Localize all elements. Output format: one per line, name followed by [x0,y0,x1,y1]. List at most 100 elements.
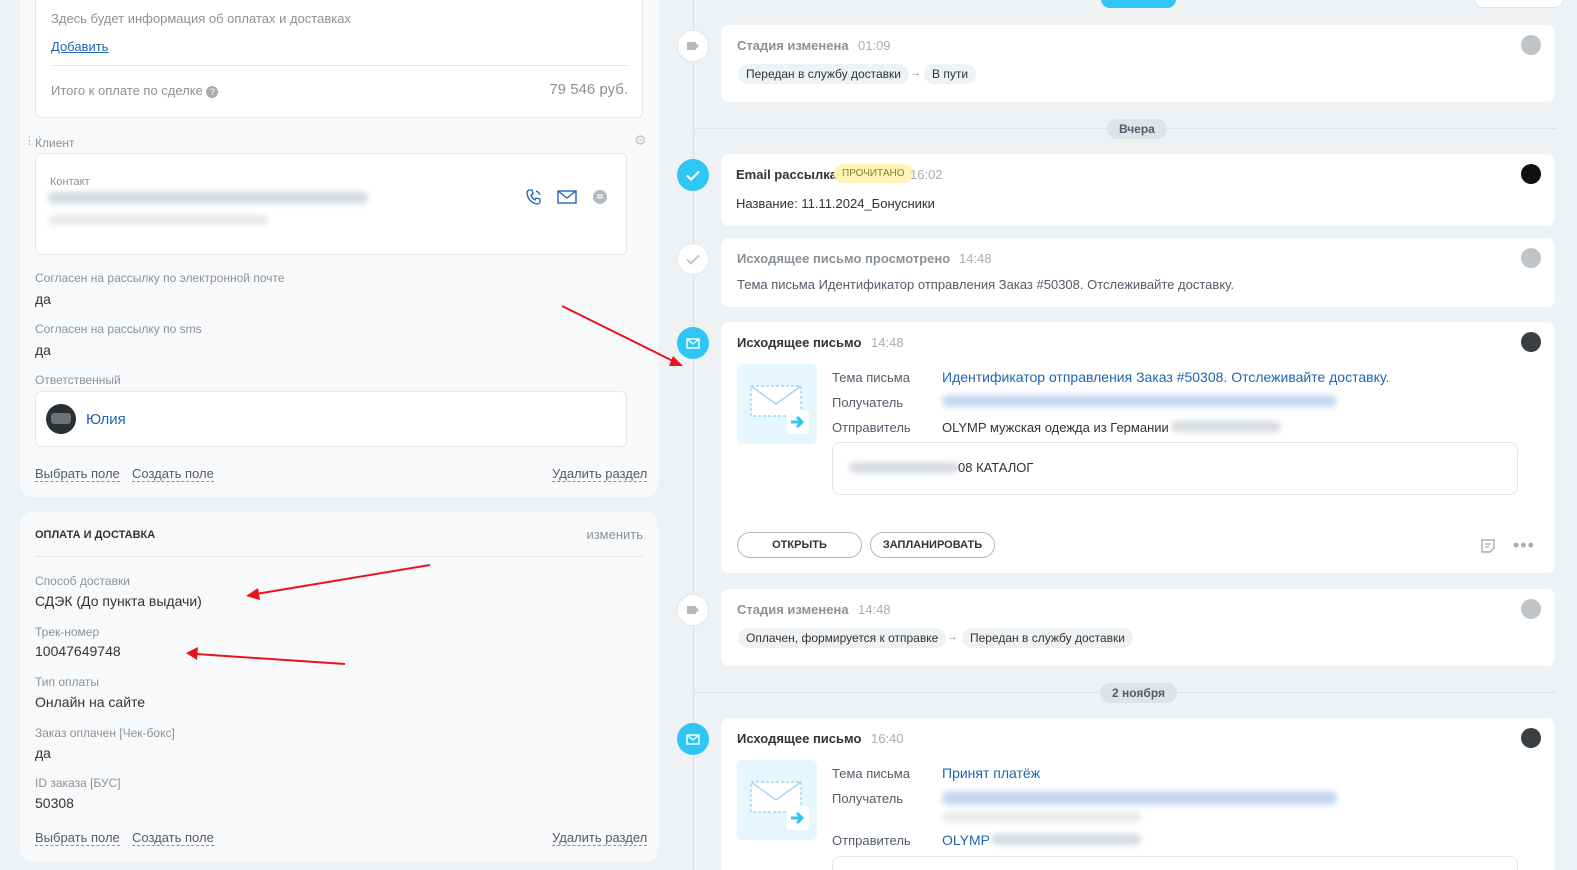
status-badge: ПРОЧИТАНО [834,164,913,183]
sender-value: OLYMP мужская одежда из Германии [942,420,1169,435]
item-title: Email рассылка [736,167,838,182]
mail-icon [677,327,709,359]
contact-name-blurred[interactable] [48,192,368,204]
payments-box: Здесь будет информация об оплатах и дост… [35,0,643,118]
item-time: 01:09 [858,38,891,53]
help-icon[interactable]: ? [206,85,219,98]
stage-chip: Передан в службу доставки [738,64,910,84]
field-label: Тип оплаты [35,675,100,689]
phone-icon[interactable] [525,188,543,211]
delete-section-link[interactable]: Удалить раздел [552,466,648,482]
sender-email-blurred [1171,421,1281,432]
contact-label: Контакт [50,176,90,188]
check-icon [677,159,709,191]
edit-section-link[interactable]: изменить [586,527,643,542]
arrow-right-icon: → [947,631,958,643]
timeline-item-stage-change: Стадия изменена 01:09 Передан в службу д… [721,25,1555,102]
field-value: 10047649748 [35,643,121,659]
filter-button[interactable] [1474,0,1564,8]
note-icon[interactable] [1480,538,1496,559]
avatar [1521,599,1541,619]
field-label: Согласен на рассылку по электронной почт… [35,271,285,285]
field-label: ID заказа [БУС] [35,776,121,790]
avatar [1521,35,1541,55]
field-value: да [35,342,51,358]
delete-section-link[interactable]: Удалить раздел [552,830,648,846]
check-icon [677,243,709,275]
timeline-item-stage-change: Стадия изменена 14:48 Оплачен, формирует… [721,589,1555,666]
avatar [1521,164,1541,184]
settings-gear-icon[interactable]: ⚙ [634,132,647,149]
field-value: да [35,745,51,761]
item-time: 16:02 [910,167,943,182]
field-value: Онлайн на сайте [35,694,146,710]
item-time: 14:48 [959,251,992,266]
more-icon[interactable]: ••• [1513,535,1535,556]
recipient-blurred[interactable] [942,791,1337,805]
payment-delivery-card: ОПЛАТА И ДОСТАВКА изменить Способ достав… [20,512,658,862]
body-blurred-text [849,462,959,473]
date-pill: Вчера [1107,119,1167,139]
subject-label: Тема письма [832,766,910,781]
recipient-label: Получатель [832,791,904,806]
item-title: Стадия изменена [737,602,849,617]
recipient-blurred[interactable] [942,395,1337,407]
responsible-name-link[interactable]: Юлия [86,411,126,428]
field-value: СДЭК (До пункта выдачи) [35,593,202,609]
field-label: Согласен на рассылку по sms [35,322,202,336]
stage-chip: В пути [924,64,977,84]
create-field-link[interactable]: Создать поле [132,466,214,482]
arrow-right-icon: → [910,67,921,79]
item-time: 16:40 [871,731,904,746]
sender-label: Отправитель [832,833,911,848]
contact-email-blurred [48,215,268,225]
avatar [1521,332,1541,352]
sender-label: Отправитель [832,420,911,435]
left-panel: Здесь будет информация об оплатах и дост… [20,0,658,870]
field-value: 50308 [35,795,74,811]
client-section-label: Клиент [35,136,75,150]
avatar [1521,248,1541,268]
avatar [1521,728,1541,748]
date-pill-today [1101,0,1176,8]
payments-divider [51,65,629,66]
stage-icon [677,30,709,62]
add-payment-link[interactable]: Добавить [51,39,108,54]
timeline-item-email-viewed: Исходящее письмо просмотрено 14:48 Тема … [721,238,1555,307]
email-body-preview[interactable] [832,856,1518,870]
chat-icon[interactable] [592,189,608,210]
item-title: Исходящее письмо просмотрено [737,251,951,266]
stage-chip: Оплачен, формируется к отправке [738,628,947,648]
body-text: 08 КАТАЛОГ [958,460,1034,475]
timeline-item-outgoing-email: Исходящее письмо 14:48 Тема письма Идент… [721,322,1555,573]
responsible-label: Ответственный [35,373,121,387]
subject-label: Тема письма [832,370,910,385]
envelope-icon [737,364,817,444]
stage-chip: Передан в службу доставки [962,628,1134,648]
select-field-link[interactable]: Выбрать поле [35,466,120,482]
item-text: Название: 11.11.2024_Бонусники [736,196,935,211]
item-time: 14:48 [858,602,891,617]
subject-link[interactable]: Принят платёж [942,765,1040,781]
recipient-label: Получатель [832,395,904,410]
avatar [46,404,76,434]
open-button[interactable]: ОТКРЫТЬ [737,532,862,558]
select-field-link[interactable]: Выбрать поле [35,830,120,846]
schedule-button[interactable]: ЗАПЛАНИРОВАТЬ [870,532,995,558]
timeline-item-email-campaign: Email рассылка ПРОЧИТАНО 16:02 Название:… [721,154,1555,226]
email-body-preview[interactable]: 08 КАТАЛОГ [832,442,1518,495]
item-title: Исходящее письмо [737,335,862,350]
sender-link[interactable]: OLYMP [942,832,990,848]
create-field-link[interactable]: Создать поле [132,830,214,846]
section-title: ОПЛАТА И ДОСТАВКА [35,529,156,541]
mail-icon[interactable] [557,190,577,209]
total-label: Итого к оплате по сделке ? [51,83,219,98]
contact-box: Контакт [35,153,627,255]
field-label: Трек-номер [35,625,100,639]
field-label: Способ доставки [35,574,130,588]
field-label: Заказ оплачен [Чек-бокс] [35,726,175,740]
item-time: 14:48 [871,335,904,350]
subject-link[interactable]: Идентификатор отправления Заказ #50308. … [942,369,1389,385]
sender-email-blurred [991,834,1141,845]
timeline-item-outgoing-email: Исходящее письмо 16:40 Тема письма Приня… [721,718,1555,870]
